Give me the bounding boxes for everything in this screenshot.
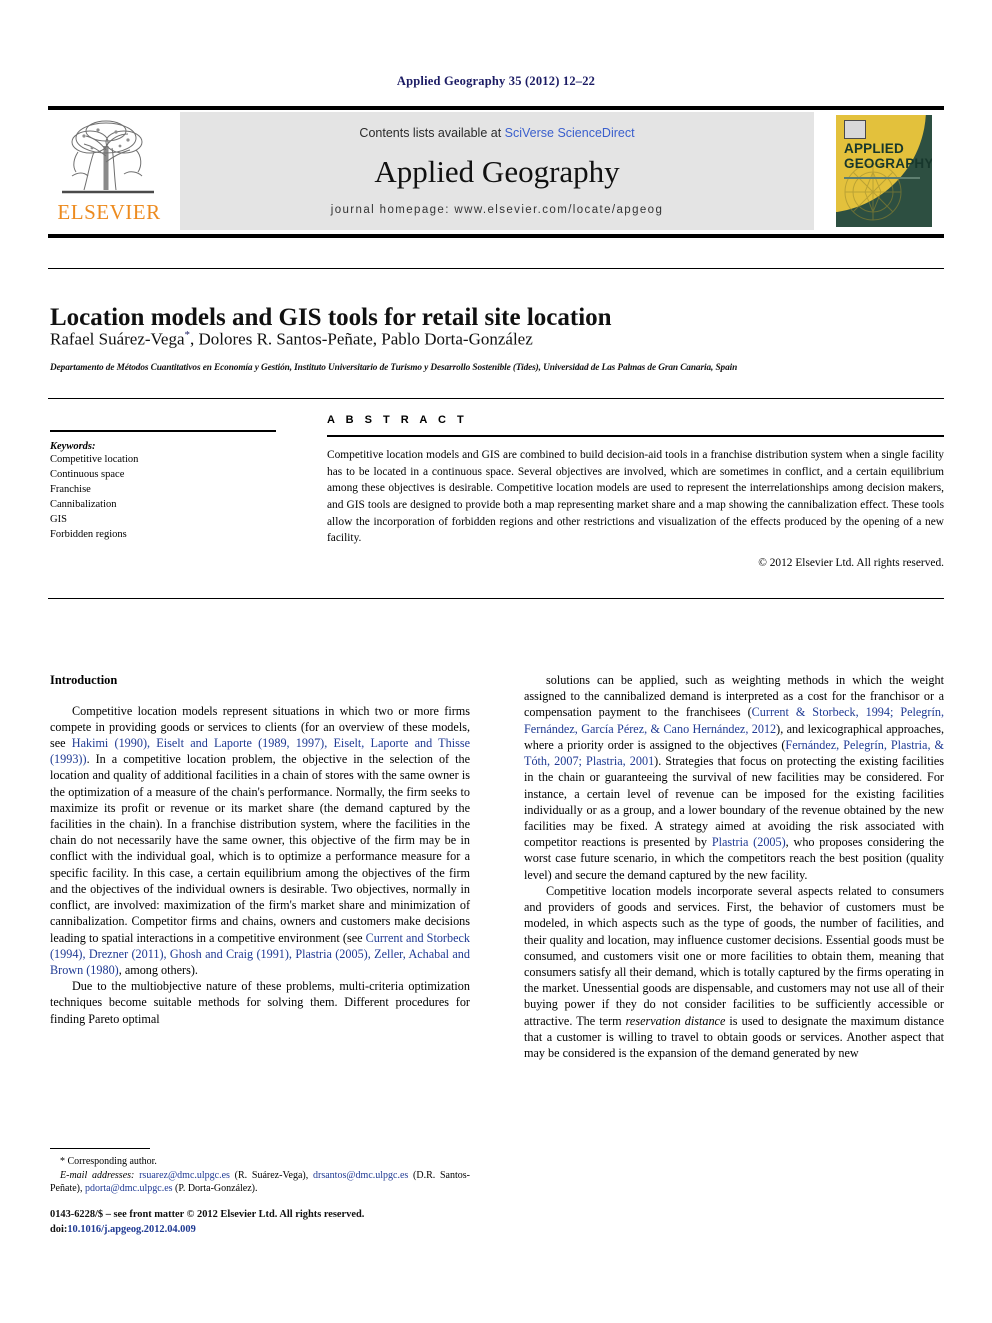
imprint-block: 0143-6228/$ – see front matter © 2012 El… — [50, 1208, 490, 1238]
journal-title: Applied Geography — [374, 154, 620, 189]
contents-available-line: Contents lists available at SciVerse Sci… — [180, 126, 814, 140]
paragraph-text: . In a competitive location problem, the… — [50, 752, 470, 945]
abstract-copyright: © 2012 Elsevier Ltd. All rights reserved… — [758, 556, 944, 569]
email-link-2[interactable]: drsantos@dmc.ulpgc.es — [313, 1170, 408, 1181]
cover-underline — [844, 177, 920, 179]
contents-prefix: Contents lists available at — [359, 126, 505, 140]
journal-homepage-link[interactable]: journal homepage: www.elsevier.com/locat… — [180, 204, 814, 216]
journal-article-page: Applied Geography 35 (2012) 12–22 ELSEVI… — [0, 0, 992, 1323]
body-column-left: Introduction Competitive location models… — [50, 672, 470, 1027]
body-column-right: solutions can be applied, such as weight… — [524, 672, 944, 1061]
abstract-heading: A B S T R A C T — [327, 414, 468, 426]
footnote-rule — [50, 1148, 150, 1149]
section-heading-introduction: Introduction — [50, 673, 118, 687]
email-link-1[interactable]: rsuarez@dmc.ulpgc.es — [139, 1170, 230, 1181]
masthead-top-rule — [48, 106, 944, 110]
abstract-area-top-rule — [48, 398, 944, 399]
issn-line: 0143-6228/$ – see front matter © 2012 El… — [50, 1209, 365, 1220]
title-top-rule — [48, 268, 944, 269]
paragraph-text: , among others). — [118, 963, 198, 977]
keyword-item: Continuous space — [50, 468, 125, 480]
keyword-item: Competitive location — [50, 454, 139, 465]
keyword-item: Cannibalization — [50, 498, 117, 510]
sciencedirect-link[interactable]: SciVerse ScienceDirect — [505, 126, 635, 140]
doi-line: doi:10.1016/j.apgeog.2012.04.009 — [50, 1223, 490, 1238]
email-label: E-mail addresses: — [60, 1169, 135, 1181]
journal-masthead: ELSEVIER Contents lists available at Sci… — [48, 106, 944, 238]
cover-title-line2: GEOGRAPHY — [844, 156, 932, 172]
journal-band: Contents lists available at SciVerse Sci… — [180, 112, 814, 230]
cover-artwork: APPLIED GEOGRAPHY — [836, 115, 932, 227]
keyword-item: Forbidden regions — [50, 528, 127, 540]
cover-title-line1: APPLIED — [844, 141, 904, 156]
doi-label: doi: — [50, 1223, 68, 1235]
emphasized-term: reservation distance — [625, 1013, 726, 1028]
affiliation: Departamento de Métodos Cuantitativos en… — [50, 363, 738, 373]
elsevier-wordmark: ELSEVIER — [57, 200, 161, 224]
email-addresses-note: E-mail addresses: rsuarez@dmc.ulpgc.es (… — [50, 1169, 471, 1195]
running-head: Applied Geography 35 (2012) 12–22 — [396, 74, 596, 88]
paragraph: Competitive location models represent si… — [50, 703, 470, 979]
author-1: Rafael Suárez-Vega — [50, 329, 185, 349]
footnote-block: * Corresponding author. E-mail addresses… — [50, 1155, 470, 1196]
keywords-heading: Keywords: — [50, 441, 96, 452]
journal-cover-thumbnail[interactable]: APPLIED GEOGRAPHY — [826, 112, 942, 230]
cover-title-text: APPLIED GEOGRAPHY — [844, 141, 932, 172]
email-owner-3: (P. Dorta-González) — [175, 1183, 255, 1195]
elsevier-logo: ELSEVIER — [50, 114, 168, 232]
abstract-rule — [327, 435, 944, 437]
corresponding-author-note: * Corresponding author. — [60, 1156, 157, 1167]
abstract-block: A B S T R A C T Competitive location mod… — [327, 414, 944, 569]
doi-link[interactable]: 10.1016/j.apgeog.2012.04.009 — [67, 1224, 195, 1235]
paragraph: Due to the multiobjective nature of thes… — [50, 979, 470, 1026]
email-owner-1: (R. Suárez-Vega) — [234, 1169, 306, 1181]
keyword-item: Franchise — [50, 483, 91, 495]
paragraph: Competitive location models incorporate … — [524, 883, 944, 1061]
keywords-block: Keywords: Competitive location Continuou… — [50, 430, 290, 542]
paragraph-text: Competitive location models incorporate … — [524, 883, 944, 1028]
citation-link[interactable]: Plastria (2005) — [712, 835, 786, 849]
abstract-area-bottom-rule — [48, 598, 944, 599]
cover-elsevier-mark — [844, 120, 866, 139]
email-link-3[interactable]: pdorta@dmc.ulpgc.es — [85, 1183, 173, 1194]
authors-rest: , Dolores R. Santos-Peñate, Pablo Dorta-… — [190, 329, 533, 349]
keywords-rule — [50, 430, 276, 432]
paragraph: solutions can be applied, such as weight… — [524, 672, 944, 883]
keyword-item: GIS — [50, 513, 67, 525]
abstract-text: Competitive location models and GIS are … — [327, 449, 944, 545]
author-list: Rafael Suárez-Vega*, Dolores R. Santos-P… — [50, 329, 850, 350]
masthead-bottom-rule — [48, 234, 944, 238]
elsevier-tree-icon — [54, 116, 162, 198]
